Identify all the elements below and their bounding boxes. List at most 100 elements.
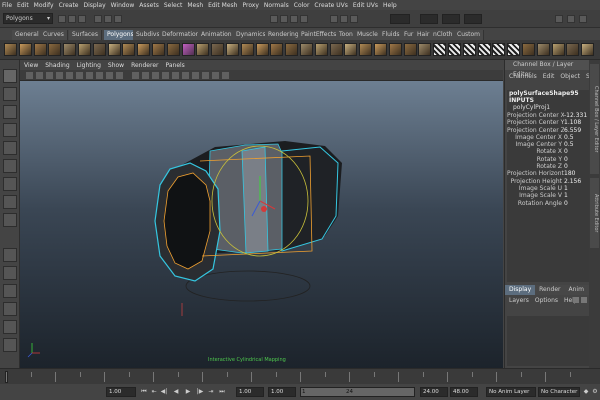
render-icon[interactable] — [330, 15, 338, 23]
channel-row[interactable]: Rotation Angle 0 — [507, 200, 589, 207]
channel-row[interactable]: Rotate Z0 — [507, 163, 589, 170]
normals-icon[interactable] — [536, 43, 550, 56]
layer-list[interactable] — [507, 316, 589, 366]
shelf-tab-general[interactable]: General — [12, 30, 43, 40]
poly-cylinder-icon[interactable] — [33, 43, 47, 56]
poly-platonic-icon[interactable] — [166, 43, 180, 56]
channel-menu-object[interactable]: Object — [560, 73, 580, 80]
gate-mask-icon[interactable] — [86, 72, 93, 79]
character-set-select[interactable]: No Character Set — [538, 387, 580, 397]
current-time-field[interactable]: 1.00 — [236, 387, 264, 397]
menu-mesh[interactable]: Mesh — [187, 2, 203, 9]
textured-icon[interactable] — [162, 72, 169, 79]
extract-icon[interactable] — [211, 43, 225, 56]
channel-row[interactable]: Projection Height 2.156 — [507, 178, 589, 185]
shape-node-name[interactable]: polySurfaceShape95 — [507, 90, 589, 97]
play-backwards-icon[interactable]: ◀ — [172, 388, 180, 396]
field-chart-icon[interactable] — [96, 72, 103, 79]
uv-editor-icon[interactable] — [522, 43, 535, 56]
triangulate-icon[interactable] — [581, 43, 595, 56]
channel-value[interactable]: 180 — [564, 170, 575, 177]
poly-cube-icon[interactable] — [18, 43, 32, 56]
channel-menu-channels[interactable]: Channels — [509, 73, 537, 80]
snap-plane-icon[interactable] — [300, 15, 308, 23]
bevel-icon[interactable] — [388, 43, 402, 56]
tab-channel-box-layer-editor[interactable]: Channel Box / Layer Editor — [590, 64, 599, 174]
menu-help[interactable]: Help — [383, 2, 397, 9]
shelf-tab-ncloth[interactable]: nCloth — [430, 30, 457, 40]
select-tool-icon[interactable] — [3, 69, 17, 83]
save-scene-icon[interactable] — [78, 15, 86, 23]
channel-row[interactable]: Image Scale V1 — [507, 192, 589, 199]
toggle-tool-settings-icon[interactable] — [567, 15, 575, 23]
input-node-name[interactable]: polyCylProj1 — [507, 104, 589, 112]
shelf-tab-custom[interactable]: Custom — [454, 30, 484, 40]
persp-graph-layout-icon[interactable] — [3, 302, 17, 316]
layer-tab-render[interactable]: Render — [535, 285, 564, 295]
mirror-icon[interactable] — [285, 43, 299, 56]
step-forward-frame-icon[interactable]: |▶ — [196, 388, 204, 396]
step-back-key-icon[interactable]: ⇤ — [150, 388, 158, 396]
resolution-gate-icon[interactable] — [76, 72, 83, 79]
poly-plane-icon[interactable] — [63, 43, 77, 56]
channel-menu-edit[interactable]: Edit — [543, 73, 555, 80]
channel-value[interactable]: 0 — [564, 163, 568, 170]
go-to-end-icon[interactable]: ⏭ — [218, 388, 226, 396]
soft-modification-icon[interactable] — [3, 195, 17, 209]
shelf-tab-rendering[interactable]: Rendering — [265, 30, 303, 40]
menu-edit[interactable]: Edit — [17, 2, 29, 9]
menu-select[interactable]: Select — [164, 2, 183, 9]
shelf-tab-animation[interactable]: Animation — [198, 30, 236, 40]
channel-value[interactable]: 0 — [564, 156, 568, 163]
combine-icon[interactable] — [181, 43, 195, 56]
select-hierarchy-icon[interactable] — [94, 15, 102, 23]
universal-manipulator-icon[interactable] — [3, 177, 17, 191]
channel-row[interactable]: Image Scale U1 — [507, 185, 589, 192]
channel-value[interactable]: 2.156 — [564, 178, 581, 185]
channel-row[interactable]: Rotate Y0 — [507, 156, 589, 163]
open-scene-icon[interactable] — [68, 15, 76, 23]
poly-soccer-ball-icon[interactable] — [152, 43, 165, 56]
show-manipulator-icon[interactable] — [3, 213, 17, 227]
channel-row[interactable]: Projection Center X -12.331 — [507, 112, 589, 119]
safe-title-icon[interactable] — [116, 72, 123, 79]
channel-row[interactable]: Projection Center Z 6.559 — [507, 127, 589, 134]
poly-prism-icon[interactable] — [92, 43, 106, 56]
end-time-field[interactable]: 48.00 — [450, 387, 478, 397]
snap-point-icon[interactable] — [290, 15, 298, 23]
menu-edit-mesh[interactable]: Edit Mesh — [208, 2, 237, 9]
snap-curve-icon[interactable] — [280, 15, 288, 23]
menu-modify[interactable]: Modify — [34, 2, 54, 9]
numeric-input-y[interactable] — [442, 14, 460, 24]
channel-value[interactable]: 0 — [564, 148, 568, 155]
select-component-icon[interactable] — [114, 15, 122, 23]
render-settings-icon[interactable] — [350, 15, 358, 23]
select-object-icon[interactable] — [104, 15, 112, 23]
menu-normals[interactable]: Normals — [264, 2, 289, 9]
step-back-frame-icon[interactable]: ◀| — [160, 388, 168, 396]
wire-on-shaded-icon[interactable] — [152, 72, 159, 79]
shelf-tab-muscle[interactable]: Muscle — [354, 30, 382, 40]
time-slider[interactable] — [0, 368, 600, 384]
channel-row[interactable]: Projection Horizontal Sw...180 — [507, 170, 589, 177]
outliner-layout-icon[interactable] — [3, 338, 17, 352]
channel-row[interactable]: Projection Center Y 1.108 — [507, 119, 589, 126]
move-tool-icon[interactable] — [3, 123, 17, 137]
range-start-field[interactable]: 1.00 — [268, 387, 296, 397]
start-time-field[interactable]: 1.00 — [106, 387, 136, 397]
poly-pipe-icon[interactable] — [122, 43, 136, 56]
anim-layer-select[interactable]: No Anim Layer — [486, 387, 536, 397]
new-layer-empty-icon[interactable] — [573, 297, 579, 303]
menu-assets[interactable]: Assets — [139, 2, 159, 9]
range-end-field[interactable]: 24.00 — [420, 387, 448, 397]
channel-row[interactable]: Image Center X 0.5 — [507, 134, 589, 141]
channel-value[interactable]: 1 — [564, 185, 568, 192]
lasso-tool-icon[interactable] — [3, 87, 17, 101]
play-forwards-icon[interactable]: ▶ — [184, 388, 192, 396]
boolean-intersection-icon[interactable] — [270, 43, 284, 56]
channel-row[interactable]: Image Center Y 0.5 — [507, 141, 589, 148]
channel-value[interactable]: 0.5 — [564, 141, 574, 148]
tab-attribute-editor[interactable]: Attribute Editor — [590, 178, 599, 248]
shelf-tab-surfaces[interactable]: Surfaces — [69, 30, 102, 40]
channel-value[interactable]: 0.5 — [564, 134, 574, 141]
